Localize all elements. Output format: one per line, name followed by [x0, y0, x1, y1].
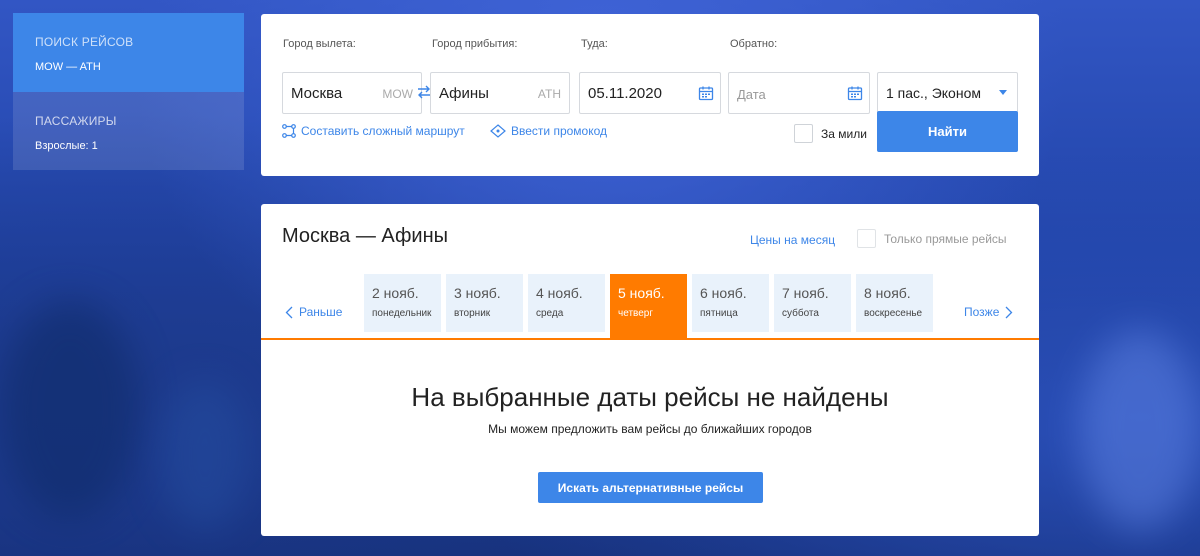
direct-only-label: Только прямые рейсы: [884, 231, 1007, 246]
complex-route-link[interactable]: Составить сложный маршрут: [282, 124, 465, 138]
miles-option[interactable]: За мили: [794, 124, 867, 143]
from-city-field[interactable]: Москва MOW: [282, 72, 422, 114]
to-label: Город прибытия:: [432, 38, 518, 50]
date-value: 3 нояб.: [454, 285, 501, 301]
weekday-value: пятница: [700, 308, 738, 319]
date-option[interactable]: 2 нояб. понедельник: [364, 274, 441, 332]
from-city-code: MOW: [382, 87, 413, 101]
sidebar-route: MOW — ATH: [35, 61, 101, 73]
date-option[interactable]: 6 нояб. пятница: [692, 274, 769, 332]
weekday-value: четверг: [618, 308, 653, 319]
depart-date-value: 05.11.2020: [588, 85, 662, 102]
return-date-field[interactable]: Дата: [728, 72, 870, 114]
sidebar-passenger-count: Взрослые: 1: [35, 140, 98, 152]
passengers-class-select[interactable]: 1 пас., Эконом: [877, 72, 1018, 114]
tag-icon: [490, 124, 506, 138]
sidebar-item-label: ПОИСК РЕЙСОВ: [35, 35, 134, 49]
chevron-left-icon: [285, 306, 293, 318]
calendar-icon[interactable]: [847, 85, 863, 101]
later-label: Позже: [964, 305, 1000, 319]
from-label: Город вылета:: [283, 38, 356, 50]
date-value: 4 нояб.: [536, 285, 583, 301]
no-flights-subtitle: Мы можем предложить вам рейсы до ближайш…: [488, 422, 812, 436]
promo-code-label: Ввести промокод: [511, 124, 608, 138]
date-value: 8 нояб.: [864, 285, 911, 301]
date-value: 7 нояб.: [782, 285, 829, 301]
to-city-code: ATH: [537, 87, 561, 101]
date-strip: 2 нояб. понедельник 3 нояб. вторник 4 но…: [364, 274, 933, 340]
date-value: 5 нояб.: [618, 285, 665, 301]
search-alternative-button[interactable]: Искать альтернативные рейсы: [538, 472, 763, 503]
direct-only-option[interactable]: Только прямые рейсы: [857, 229, 1007, 248]
weekday-value: суббота: [782, 308, 819, 319]
route-title: Москва — Афины: [282, 225, 449, 247]
chevron-down-icon: [999, 90, 1007, 95]
selected-date-divider: [261, 338, 1039, 340]
later-dates-button[interactable]: Позже: [964, 305, 1013, 319]
date-option[interactable]: 4 нояб. среда: [528, 274, 605, 332]
date-option[interactable]: 3 нояб. вторник: [446, 274, 523, 332]
miles-checkbox[interactable]: [794, 124, 813, 143]
sidebar-item-label: ПАССАЖИРЫ: [35, 114, 117, 128]
weekday-value: среда: [536, 308, 564, 319]
results-panel: Москва — Афины Цены на месяц Только прям…: [261, 204, 1039, 536]
return-date-placeholder: Дата: [737, 87, 766, 102]
to-city-field[interactable]: Афины ATH: [430, 72, 570, 114]
weekday-value: вторник: [454, 308, 491, 319]
search-form: Город вылета: Москва MOW Город прибытия:…: [261, 14, 1039, 176]
direct-only-checkbox[interactable]: [857, 229, 876, 248]
calendar-icon[interactable]: [698, 85, 714, 101]
background-blur: [0, 300, 140, 520]
depart-date-field[interactable]: 05.11.2020: [579, 72, 721, 114]
weekday-value: понедельник: [372, 308, 432, 319]
month-prices-link[interactable]: Цены на месяц: [750, 233, 835, 247]
no-flights-title: На выбранные даты рейсы не найдены: [411, 382, 889, 412]
sidebar: ПОИСК РЕЙСОВ MOW — ATH ПАССАЖИРЫ Взрослы…: [13, 13, 244, 170]
earlier-dates-button[interactable]: Раньше: [285, 305, 342, 319]
sidebar-item-flight-search[interactable]: ПОИСК РЕЙСОВ MOW — ATH: [13, 13, 244, 92]
miles-label: За мили: [821, 126, 867, 141]
find-button[interactable]: Найти: [877, 111, 1018, 152]
date-option-selected[interactable]: 5 нояб. четверг: [610, 274, 687, 340]
to-city-value: Афины: [439, 85, 489, 102]
date-value: 2 нояб.: [372, 285, 419, 301]
passengers-class-value: 1 пас., Эконом: [886, 85, 981, 101]
return-label: Обратно:: [730, 38, 778, 50]
background-blur: [1080, 330, 1200, 530]
promo-code-link[interactable]: Ввести промокод: [490, 124, 607, 138]
route-icon: [282, 124, 296, 138]
from-city-value: Москва: [291, 85, 343, 102]
earlier-label: Раньше: [299, 305, 343, 319]
background-blur: [160, 380, 250, 530]
complex-route-label: Составить сложный маршрут: [301, 124, 465, 138]
sidebar-item-passengers[interactable]: ПАССАЖИРЫ Взрослые: 1: [13, 92, 244, 170]
date-option[interactable]: 7 нояб. суббота: [774, 274, 851, 332]
date-value: 6 нояб.: [700, 285, 747, 301]
chevron-right-icon: [1005, 306, 1013, 318]
weekday-value: воскресенье: [864, 308, 923, 319]
date-option[interactable]: 8 нояб. воскресенье: [856, 274, 933, 332]
depart-label: Туда:: [581, 38, 608, 50]
